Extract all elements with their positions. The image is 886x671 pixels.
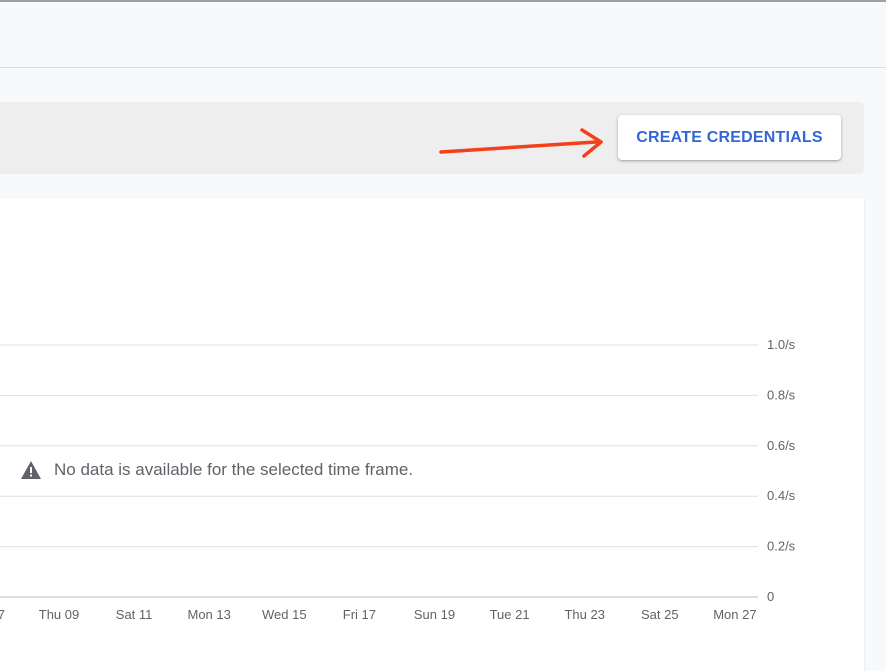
x-tick-label: Tue 21: [490, 607, 530, 622]
warning-icon: [21, 461, 41, 479]
annotation-arrow-icon: [439, 128, 603, 158]
x-tick-label: Thu 23: [564, 607, 604, 622]
action-toolbar: CREATE CREDENTIALS: [0, 102, 864, 174]
x-tick-label: Mon 13: [188, 607, 231, 622]
create-credentials-button[interactable]: CREATE CREDENTIALS: [618, 115, 841, 160]
y-tick-label: 0.6/s: [767, 438, 796, 453]
x-tick-label: 7: [0, 607, 5, 622]
x-tick-label: Sun 19: [414, 607, 455, 622]
page-header: [0, 2, 886, 68]
y-tick-label: 0.2/s: [767, 539, 796, 554]
y-tick-label: 0.8/s: [767, 387, 796, 402]
x-tick-label: Thu 09: [39, 607, 79, 622]
traffic-chart: 0 0.2/s 0.4/s 0.6/s 0.8/s 1.0/s 7 Thu 09 Sat 11 M…: [0, 337, 796, 622]
y-tick-label: 1.0/s: [767, 337, 796, 352]
no-data-notice: No data is available for the selected ti…: [20, 460, 413, 480]
y-tick-label: 0: [767, 589, 774, 604]
no-data-message: No data is available for the selected ti…: [54, 460, 414, 479]
x-tick-label: Fri 17: [343, 607, 376, 622]
x-tick-label: Wed 15: [262, 607, 307, 622]
x-tick-label: Sat 25: [641, 607, 679, 622]
y-tick-label: 0.4/s: [767, 488, 796, 503]
traffic-chart-card: 0 0.2/s 0.4/s 0.6/s 0.8/s 1.0/s 7 Thu 09 Sat 11 M…: [0, 198, 864, 671]
x-tick-label: Mon 27: [713, 607, 756, 622]
x-tick-label: Sat 11: [116, 607, 153, 622]
